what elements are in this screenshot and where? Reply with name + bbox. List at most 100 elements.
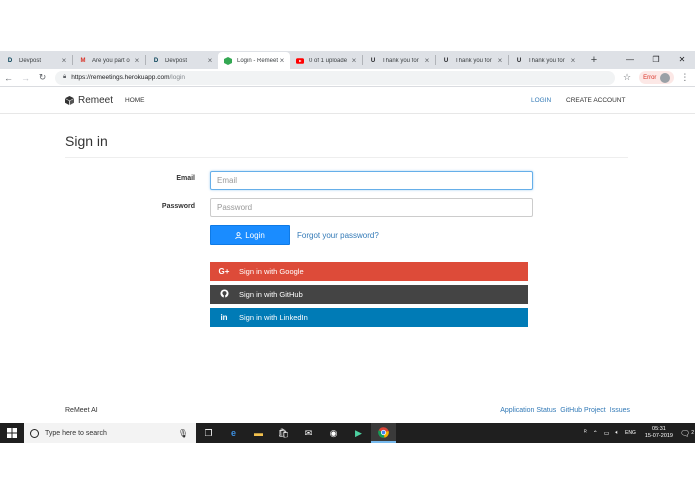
url-host: https://remeetings.herokuapp.com [71, 74, 170, 81]
nav-home-link[interactable]: HOME [125, 97, 145, 104]
title-divider [65, 157, 628, 158]
app-icon[interactable]: ◉ [321, 423, 346, 443]
mail-icon[interactable]: ✉ [296, 423, 321, 443]
tab-title: Devpost [165, 57, 188, 64]
reload-icon[interactable]: ↻ [34, 72, 51, 83]
google-signin-button[interactable]: G+ Sign in with Google [210, 262, 528, 281]
cortana-icon [30, 428, 39, 438]
favicon-icon: U [516, 57, 522, 64]
tab-close-icon[interactable]: × [133, 56, 141, 65]
chrome-icon [378, 426, 389, 438]
browser-tab[interactable]: Login - Remeet × [218, 52, 290, 69]
favicon-icon: D [153, 57, 159, 64]
github-signin-button[interactable]: Sign in with GitHub [210, 285, 528, 304]
people-icon[interactable]: ᴿ [584, 430, 587, 436]
tab-list: D Devpost × M Are you part o × D Devpost × Login … [0, 51, 581, 69]
password-field[interactable] [210, 198, 533, 217]
password-label: Password [161, 203, 195, 210]
new-tab-button[interactable]: + [587, 54, 601, 66]
browser-tabstrip: D Devpost × M Are you part o × D Devpost × Login … [0, 51, 695, 69]
microphone-icon[interactable]: 🎙︎ [178, 429, 188, 438]
clock-date: 15-07-2019 [644, 433, 673, 439]
favicon-icon: U [370, 57, 376, 64]
windows-logo-icon [7, 428, 17, 438]
windows-taskbar: Type here to search 🎙︎ ❐ e ▬ 🛍︎ ✉ ◉ ▶ ᴿ … [0, 423, 695, 443]
browser-tab[interactable]: U Thank you for × [509, 52, 581, 69]
action-center-button[interactable]: 🗨︎ 2 [679, 423, 695, 443]
network-icon[interactable]: ▭ [604, 430, 610, 437]
tab-close-icon[interactable]: × [350, 56, 358, 65]
windows-start-button[interactable] [0, 423, 24, 443]
tab-close-icon[interactable]: × [278, 56, 286, 65]
youtube-favicon-icon [296, 57, 304, 65]
nav-create-account-link[interactable]: CREATE ACCOUNT [566, 97, 625, 104]
favicon-icon: D [7, 57, 13, 64]
address-bar: ← → ↻ 🔒︎ https://remeetings.herokuapp.co… [0, 69, 695, 87]
browser-tab[interactable]: U Thank you for × [363, 52, 435, 69]
system-tray: ᴿ ⌃ ▭ 🔈︎ ENG 05:31 15-07-2019 🗨︎ 2 [581, 423, 695, 443]
cube-icon [65, 96, 74, 105]
favicon-icon: U [443, 57, 449, 64]
more-menu-icon[interactable]: ⋮ [680, 72, 689, 83]
tab-title: Thank you for [382, 57, 419, 64]
browser-tab[interactable]: D Devpost × [146, 52, 218, 69]
taskbar-clock[interactable]: 05:31 15-07-2019 [645, 426, 673, 440]
tab-close-icon[interactable]: × [423, 56, 431, 65]
login-button[interactable]: Login [210, 225, 290, 245]
minimize-button[interactable]: — [617, 51, 643, 69]
taskbar-search-input[interactable]: Type here to search 🎙︎ [24, 423, 196, 443]
brand-link[interactable]: Remeet [65, 95, 113, 106]
browser-tab[interactable]: 0 of 1 uploade × [290, 52, 362, 69]
brand-name: Remeet [78, 95, 114, 106]
tab-close-icon[interactable]: × [206, 56, 214, 65]
footer-link-application-status[interactable]: Application Status [500, 407, 556, 414]
bookmark-star-icon[interactable]: ☆ [623, 72, 631, 83]
nav-login-link[interactable]: LOGIN [531, 97, 551, 104]
google-plus-icon: G+ [218, 267, 230, 276]
footer-link-github-project[interactable]: GitHub Project [560, 407, 606, 414]
browser-tab[interactable]: U Thank you for × [436, 52, 508, 69]
screen: D Devpost × M Are you part o × D Devpost × Login … [0, 0, 695, 494]
file-explorer-icon[interactable]: ▬ [246, 423, 271, 443]
cube-favicon-icon [224, 56, 232, 65]
tab-close-icon[interactable]: × [496, 56, 504, 65]
profile-error-button[interactable]: Error [639, 71, 675, 84]
volume-icon[interactable]: 🔈︎ [615, 430, 619, 437]
tray-chevron-up-icon[interactable]: ⌃ [593, 430, 598, 437]
task-view-icon[interactable]: ❐ [196, 423, 221, 443]
url-input[interactable]: 🔒︎ https://remeetings.herokuapp.com/logi… [55, 70, 615, 85]
linkedin-signin-label: Sign in with LinkedIn [239, 313, 308, 322]
media-app-icon[interactable]: ▶ [346, 423, 371, 443]
language-indicator[interactable]: ENG [625, 430, 636, 436]
forward-icon[interactable]: → [17, 73, 34, 83]
window-controls: — ❐ ✕ [617, 51, 695, 69]
login-button-label: Login [245, 230, 265, 240]
linkedin-signin-button[interactable]: in Sign in with LinkedIn [210, 308, 528, 327]
tab-close-icon[interactable]: × [569, 56, 577, 65]
browser-tab[interactable]: D Devpost × [0, 52, 72, 69]
tab-title: 0 of 1 uploade [309, 57, 348, 64]
back-icon[interactable]: ← [0, 73, 17, 83]
browser-tab[interactable]: M Are you part o × [73, 52, 145, 69]
footer-link-issues[interactable]: Issues [610, 407, 630, 414]
email-label: Email [176, 175, 195, 182]
site-navbar: Remeet HOME LOGIN CREATE ACCOUNT [0, 88, 695, 114]
favicon-icon: M [80, 57, 86, 64]
store-icon[interactable]: 🛍︎ [271, 423, 296, 443]
url-path: /login [169, 74, 186, 81]
footer-brand: ReMeet AI [65, 407, 98, 414]
github-signin-label: Sign in with GitHub [239, 290, 303, 299]
restore-button[interactable]: ❐ [643, 51, 669, 69]
chrome-taskbar-icon[interactable] [371, 423, 396, 443]
edge-browser-icon[interactable]: e [221, 423, 246, 443]
github-icon [210, 289, 238, 300]
google-signin-label: Sign in with Google [239, 267, 304, 276]
email-field[interactable] [210, 171, 533, 190]
forgot-password-link[interactable]: Forgot your password? [297, 231, 379, 240]
avatar [660, 72, 671, 83]
lock-icon: 🔒︎ [63, 74, 67, 80]
tab-close-icon[interactable]: × [60, 56, 68, 65]
close-window-button[interactable]: ✕ [669, 51, 695, 69]
tab-title: Devpost [19, 57, 42, 64]
taskbar-search-placeholder: Type here to search [45, 429, 107, 437]
